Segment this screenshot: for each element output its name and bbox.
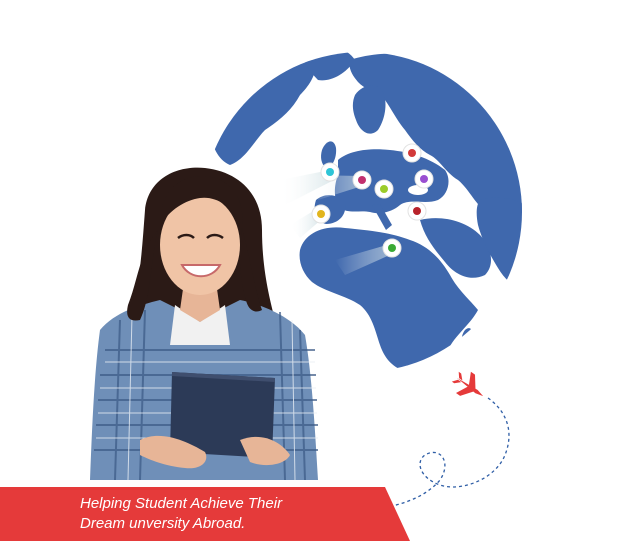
location-pin-icon — [374, 179, 394, 199]
dashed-flight-path — [379, 397, 510, 509]
location-pin-icon — [320, 162, 340, 182]
tagline-text: Helping Student Achieve Their Dream unve… — [80, 494, 400, 534]
location-pin-icon — [352, 170, 372, 190]
location-pin-icon — [402, 143, 422, 163]
hero-illustration — [90, 52, 522, 509]
location-pin-icon — [414, 169, 434, 189]
location-pin-icon — [407, 201, 427, 221]
location-pin-icon — [311, 204, 331, 224]
airplane-icon — [451, 371, 484, 397]
location-pin-icon — [382, 238, 402, 258]
tagline-line-2: Dream unversity Abroad. — [80, 515, 246, 532]
tagline-line-1: Helping Student Achieve Their — [80, 495, 283, 512]
